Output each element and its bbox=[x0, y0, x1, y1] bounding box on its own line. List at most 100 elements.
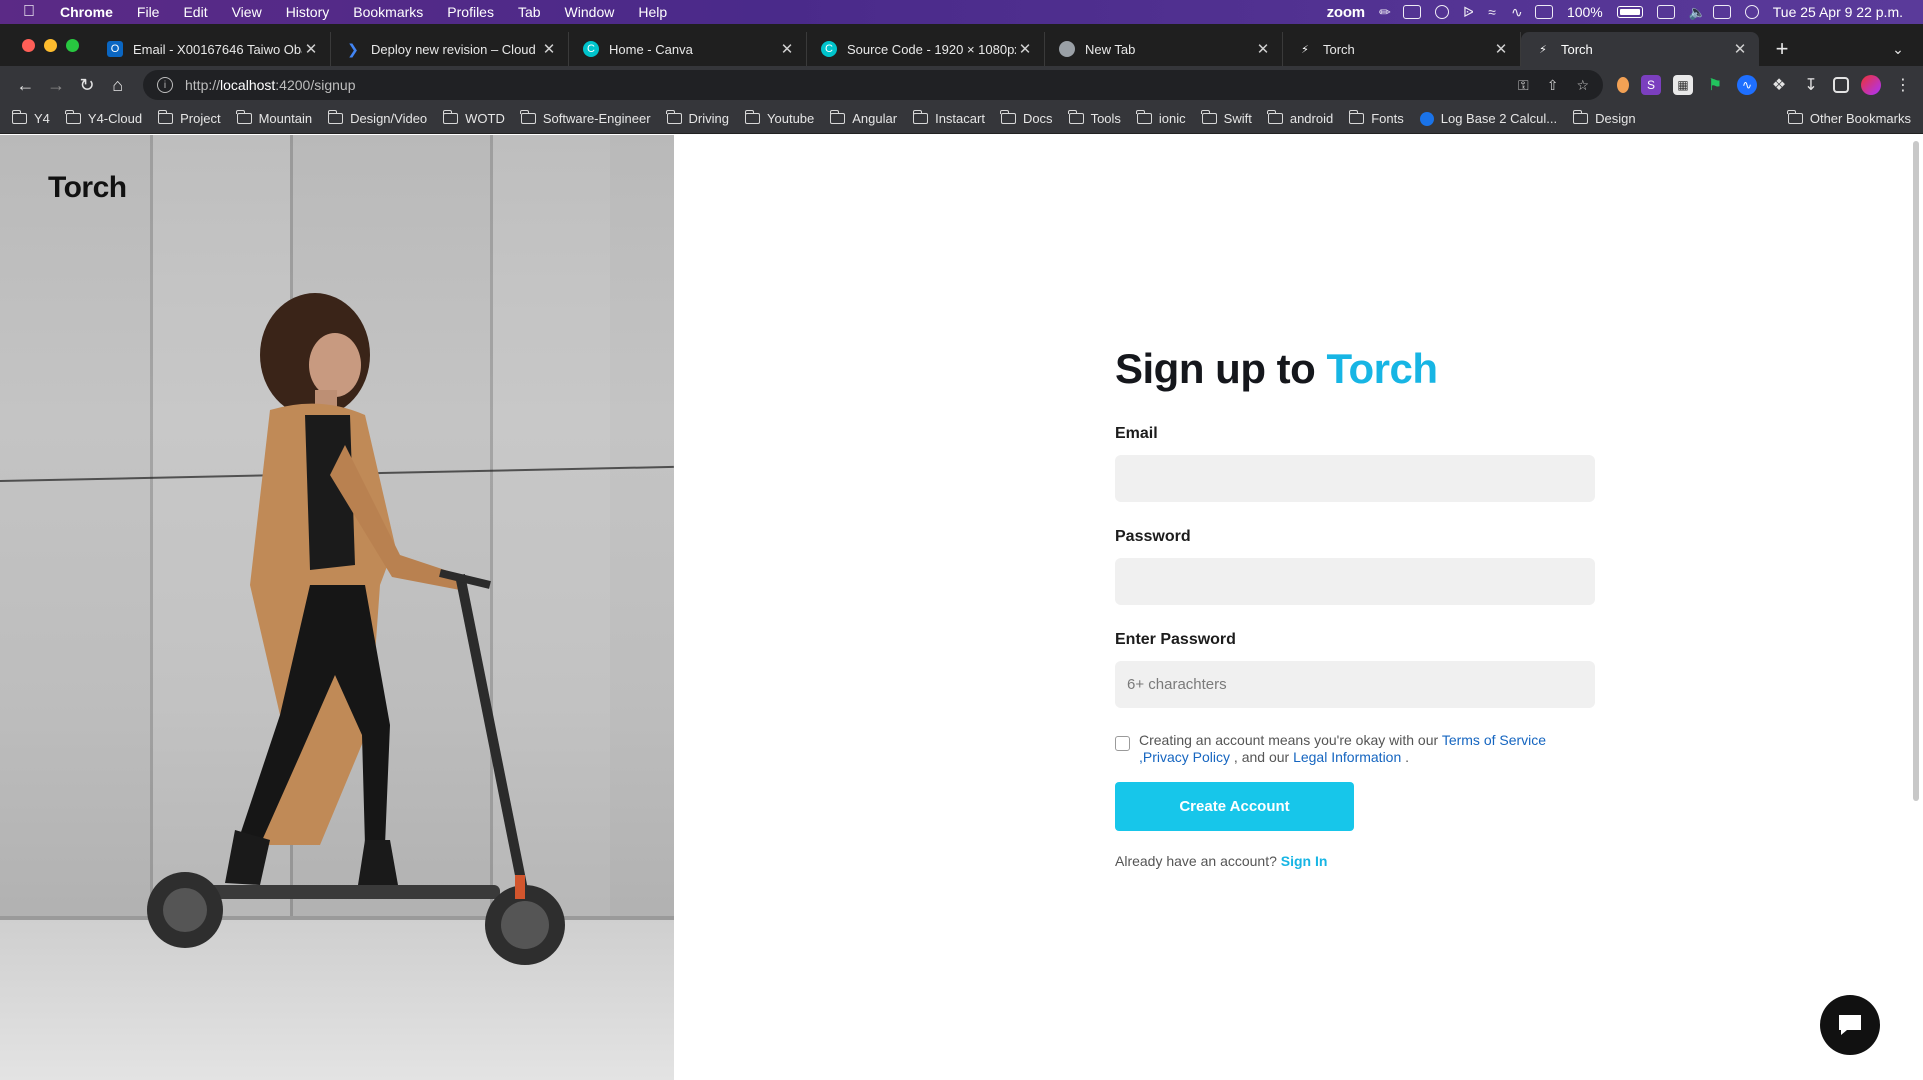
bookmark-folder[interactable]: WOTD bbox=[442, 110, 505, 126]
menu-bookmarks[interactable]: Bookmarks bbox=[341, 4, 435, 20]
download-icon[interactable]: ↧ bbox=[1801, 75, 1821, 95]
bookmark-folder[interactable]: Mountain bbox=[236, 110, 313, 126]
extension-honey-icon[interactable] bbox=[1617, 77, 1629, 93]
screen-share-icon[interactable] bbox=[1402, 5, 1421, 19]
control-center-icon[interactable] bbox=[1712, 5, 1731, 19]
sign-in-link[interactable]: Sign In bbox=[1281, 853, 1328, 869]
bookmark-folder[interactable]: Swift bbox=[1201, 110, 1252, 126]
minimize-window-button[interactable] bbox=[44, 38, 57, 52]
close-tab-icon[interactable]: ✕ bbox=[778, 40, 796, 58]
terms-checkbox[interactable] bbox=[1115, 736, 1130, 751]
bookmark-folder[interactable]: Tools bbox=[1068, 110, 1121, 126]
bookmark-folder[interactable]: Y4-Cloud bbox=[65, 110, 142, 126]
home-icon[interactable]: ⌂ bbox=[102, 69, 133, 101]
bookmark-folder[interactable]: Youtube bbox=[744, 110, 814, 126]
display-icon[interactable] bbox=[1656, 5, 1675, 19]
bluetooth-icon[interactable]: ᐉ bbox=[1463, 5, 1474, 19]
extensions-puzzle-icon[interactable]: ❖ bbox=[1769, 75, 1789, 95]
menubar-clock[interactable]: Tue 25 Apr 9 22 p.m. bbox=[1773, 4, 1903, 20]
wifi-icon[interactable]: ∿ bbox=[1511, 5, 1523, 19]
close-tab-icon[interactable]: ✕ bbox=[1016, 40, 1034, 58]
chat-widget-button[interactable] bbox=[1820, 995, 1880, 1055]
share-icon[interactable]: ⇧ bbox=[1547, 77, 1559, 94]
menu-edit[interactable]: Edit bbox=[171, 4, 219, 20]
volume-icon[interactable]: 🔈 bbox=[1689, 5, 1706, 19]
bookmark-folder[interactable]: Y4 bbox=[11, 110, 50, 126]
address-bar[interactable]: i http://localhost:4200/signup ⚿ ⇧ ☆ bbox=[143, 70, 1603, 100]
close-tab-icon[interactable]: ✕ bbox=[302, 40, 320, 58]
consent-mid-text: , and our bbox=[1233, 749, 1290, 765]
confirm-password-field[interactable] bbox=[1115, 661, 1595, 708]
reload-icon[interactable]: ↻ bbox=[72, 69, 103, 101]
email-field[interactable] bbox=[1115, 455, 1595, 502]
bookmark-folder[interactable]: Angular bbox=[829, 110, 897, 126]
tab-torch-active[interactable]: ⚡ Torch ✕ bbox=[1521, 32, 1759, 66]
menu-tab[interactable]: Tab bbox=[506, 4, 553, 20]
bookmark-link[interactable]: Log Base 2 Calcul... bbox=[1419, 111, 1557, 126]
extension-s-icon[interactable]: S bbox=[1641, 75, 1661, 95]
siri-icon[interactable] bbox=[1744, 5, 1759, 19]
menu-history[interactable]: History bbox=[274, 4, 342, 20]
site-info-icon[interactable]: i bbox=[157, 77, 173, 93]
bookmark-folder[interactable]: Fonts bbox=[1348, 110, 1404, 126]
zoom-status-item[interactable]: zoom bbox=[1327, 4, 1366, 21]
battery-icon[interactable] bbox=[1616, 6, 1643, 18]
play-circle-icon[interactable] bbox=[1434, 5, 1449, 19]
close-window-button[interactable] bbox=[22, 38, 35, 52]
bookmark-folder[interactable]: ionic bbox=[1136, 110, 1186, 126]
bookmark-label: Mountain bbox=[258, 111, 313, 126]
pen-icon[interactable]: ✏ bbox=[1379, 5, 1391, 19]
profile-avatar[interactable] bbox=[1861, 75, 1881, 95]
bookmark-folder[interactable]: android bbox=[1267, 110, 1333, 126]
other-bookmarks[interactable]: Other Bookmarks bbox=[1787, 110, 1911, 126]
menu-file[interactable]: File bbox=[125, 4, 172, 20]
menu-profiles[interactable]: Profiles bbox=[435, 4, 506, 20]
network-icon[interactable]: ≈ bbox=[1487, 5, 1497, 19]
tab-canva-home[interactable]: C Home - Canva ✕ bbox=[569, 32, 807, 66]
stage-manager-icon[interactable] bbox=[1534, 5, 1553, 19]
bookmark-star-icon[interactable]: ☆ bbox=[1576, 77, 1589, 94]
legal-information-link[interactable]: Legal Information bbox=[1293, 749, 1401, 765]
terms-of-service-link[interactable]: Terms of Service bbox=[1442, 732, 1546, 748]
bookmark-folder[interactable]: Project bbox=[157, 110, 221, 126]
menu-window[interactable]: Window bbox=[553, 4, 627, 20]
menu-help[interactable]: Help bbox=[626, 4, 679, 20]
extension-flag-icon[interactable]: ⚑ bbox=[1705, 75, 1725, 95]
extension-image-icon[interactable]: ▦ bbox=[1673, 75, 1693, 95]
tab-canva-source[interactable]: C Source Code - 1920 × 1080px ✕ bbox=[807, 32, 1045, 66]
close-tab-icon[interactable]: ✕ bbox=[540, 40, 558, 58]
tab-email[interactable]: O Email - X00167646 Taiwo Obaa ✕ bbox=[93, 32, 331, 66]
boot bbox=[358, 840, 398, 885]
apple-icon[interactable]:  bbox=[18, 1, 40, 23]
privacy-policy-link[interactable]: ,Privacy Policy bbox=[1139, 749, 1230, 765]
back-arrow-icon[interactable]: ← bbox=[10, 69, 41, 101]
close-tab-icon[interactable]: ✕ bbox=[1731, 40, 1749, 58]
bookmark-folder[interactable]: Docs bbox=[1000, 110, 1053, 126]
close-tab-icon[interactable]: ✕ bbox=[1254, 40, 1272, 58]
side-panel-icon[interactable] bbox=[1833, 77, 1849, 93]
bookmark-folder[interactable]: Software-Engineer bbox=[520, 110, 651, 126]
extension-wave-icon[interactable]: ∿ bbox=[1737, 75, 1757, 95]
torch-logo[interactable]: Torch bbox=[48, 171, 127, 205]
page-scrollbar[interactable] bbox=[1913, 141, 1919, 801]
close-tab-icon[interactable]: ✕ bbox=[1492, 40, 1510, 58]
scooter-stem bbox=[455, 574, 535, 926]
new-tab-button[interactable]: + bbox=[1765, 32, 1799, 66]
bookmark-folder[interactable]: Driving bbox=[666, 110, 729, 126]
menu-app-chrome[interactable]: Chrome bbox=[40, 4, 125, 20]
password-field[interactable] bbox=[1115, 558, 1595, 605]
tab-torch[interactable]: ⚡ Torch ✕ bbox=[1283, 32, 1521, 66]
tab-new-tab[interactable]: New Tab ✕ bbox=[1045, 32, 1283, 66]
fullscreen-window-button[interactable] bbox=[66, 38, 79, 52]
forward-arrow-icon[interactable]: → bbox=[41, 69, 72, 101]
bookmark-folder[interactable]: Instacart bbox=[912, 110, 985, 126]
key-icon[interactable]: ⚿ bbox=[1518, 77, 1529, 94]
tab-cloud-run[interactable]: ❯ Deploy new revision – Cloud Ru ✕ bbox=[331, 32, 569, 66]
bookmark-folder[interactable]: Design/Video bbox=[327, 110, 427, 126]
folder-icon bbox=[1348, 110, 1365, 124]
bookmark-folder[interactable]: Design bbox=[1572, 110, 1636, 126]
menu-view[interactable]: View bbox=[220, 4, 274, 20]
tab-search-chevron-icon[interactable]: ⌄ bbox=[1881, 32, 1915, 66]
kebab-menu-icon[interactable]: ⋮ bbox=[1893, 75, 1913, 95]
create-account-button[interactable]: Create Account bbox=[1115, 782, 1354, 831]
